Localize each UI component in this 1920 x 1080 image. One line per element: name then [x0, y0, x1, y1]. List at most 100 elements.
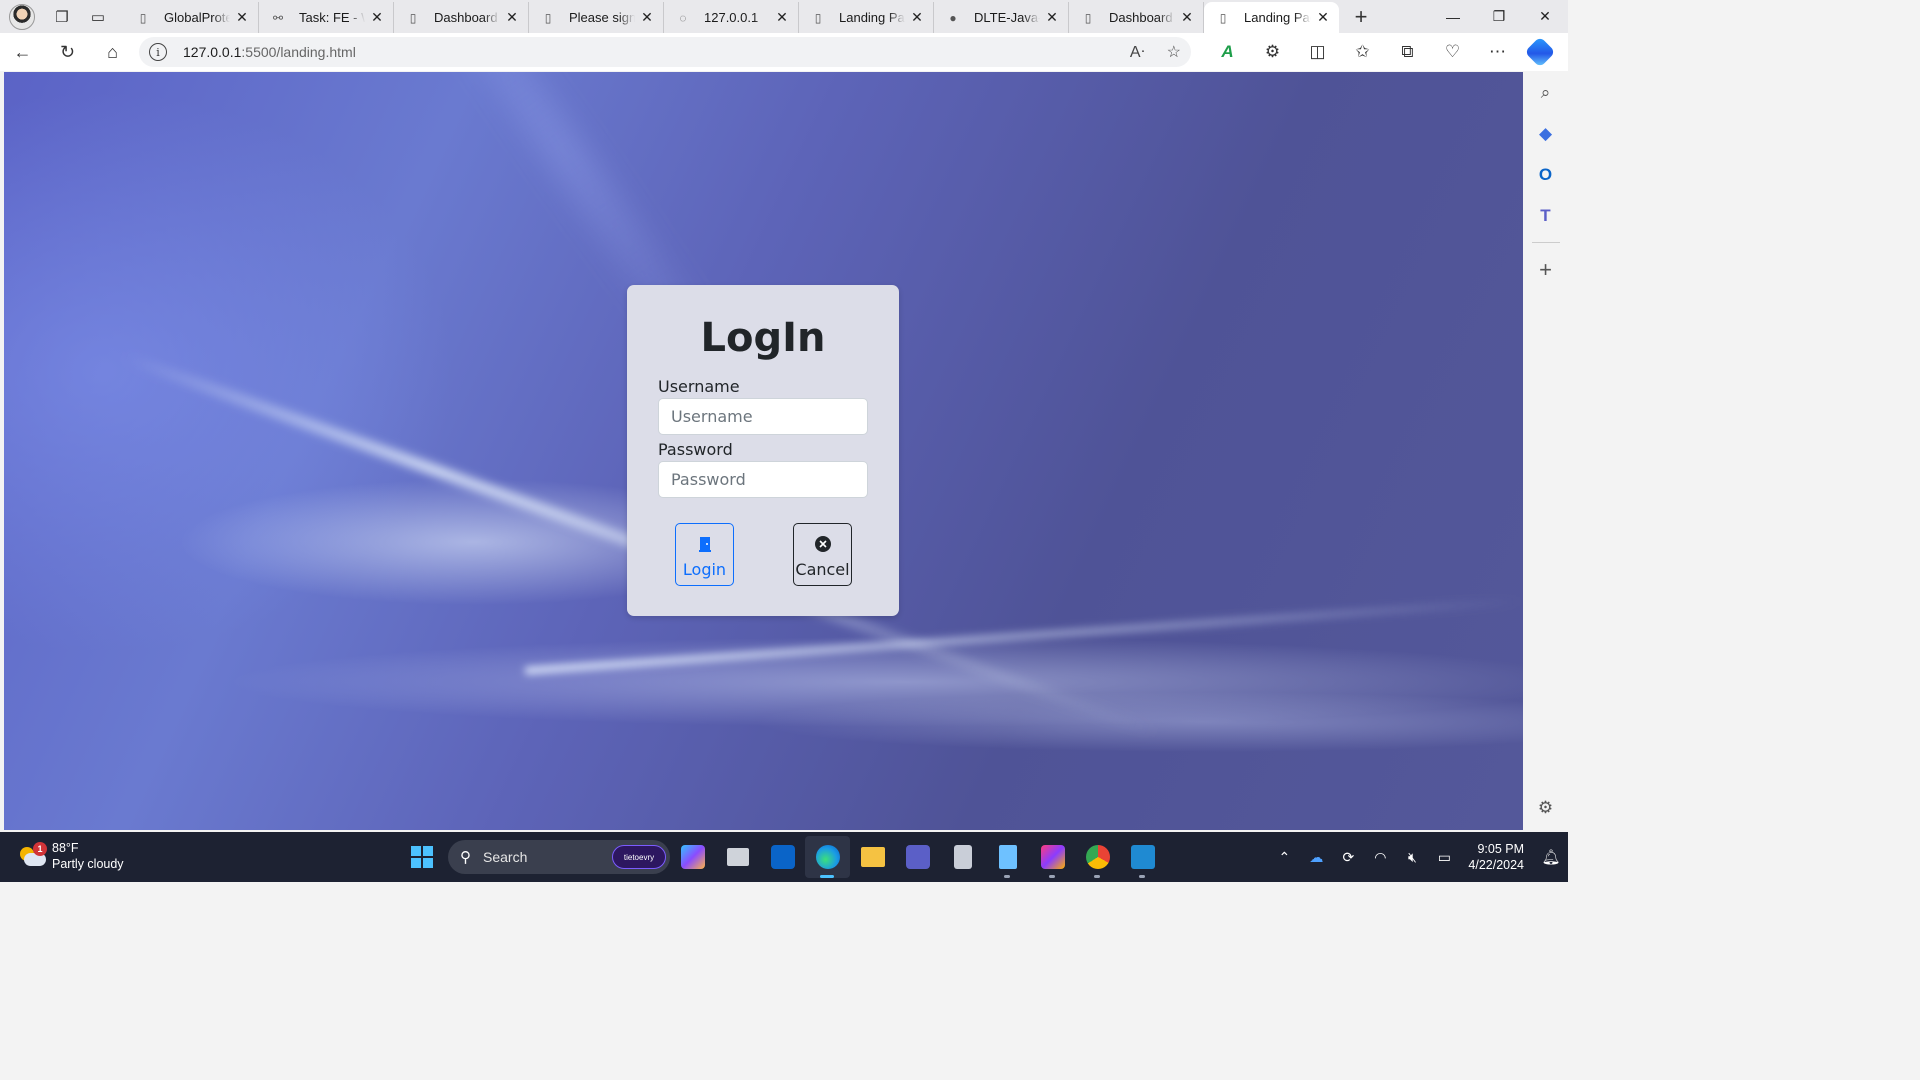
address-bar-actions: Aᐧ ☆	[1130, 42, 1181, 62]
browser-essentials-icon[interactable]: ♡	[1430, 34, 1475, 70]
task-view-app[interactable]	[715, 836, 760, 878]
tab-title: Dashboard	[434, 10, 498, 25]
favorites-icon[interactable]: ✩	[1340, 34, 1385, 70]
teams-icon[interactable]: T	[1523, 195, 1568, 236]
tab-title: Landing Page	[839, 10, 905, 25]
close-icon[interactable]: ✕	[1315, 9, 1331, 26]
tab-active[interactable]: ▯ Landing Page ✕	[1204, 2, 1339, 33]
read-aloud-icon[interactable]: Aᐧ	[1130, 42, 1145, 62]
search-label: Search	[483, 849, 528, 865]
favorite-star-icon[interactable]: ☆	[1167, 42, 1181, 62]
navigation-bar: ← ↻ ⌂ i 127.0.0.1:5500/landing.html Aᐧ ☆…	[0, 33, 1568, 71]
tab[interactable]: ▯ Dashboard ✕	[1069, 2, 1204, 33]
page-icon: ▯	[814, 10, 822, 25]
password-input[interactable]	[658, 461, 868, 498]
cancel-button[interactable]: Cancel	[793, 523, 852, 586]
sync-icon[interactable]: ⟳	[1332, 849, 1364, 866]
start-button[interactable]	[404, 837, 440, 877]
profile-button[interactable]	[0, 0, 44, 33]
weather-widget[interactable]: 1 88°F Partly cloudy	[18, 840, 124, 872]
settings-gear-icon[interactable]: ⚙	[1523, 787, 1568, 828]
close-icon[interactable]: ✕	[504, 9, 520, 26]
toolbar-right: A ⚙ ◫ ✩ ⧉ ♡ ⋯	[1205, 34, 1560, 70]
extensions-icon[interactable]: ⚙	[1250, 34, 1295, 70]
back-button[interactable]: ←	[0, 34, 45, 70]
notepad-app[interactable]	[985, 836, 1030, 878]
home-button[interactable]: ⌂	[90, 34, 135, 70]
intellij-app[interactable]	[1030, 836, 1075, 878]
username-input[interactable]	[658, 398, 868, 435]
taskbar-apps: ⚲ Search tietoevry	[404, 836, 1165, 878]
close-icon[interactable]: ✕	[1044, 9, 1060, 26]
notification-badge: 1	[33, 842, 47, 856]
database-app[interactable]	[940, 836, 985, 878]
search-icon[interactable]: ⌕	[1523, 72, 1568, 113]
search-icon: ⚲	[460, 849, 471, 866]
more-menu-icon[interactable]: ⋯	[1475, 34, 1520, 70]
tab[interactable]: ▯ Dashboard ✕	[394, 2, 529, 33]
edge-sidebar: ⌕ ◆ O T + ⚙	[1523, 72, 1568, 832]
volume-muted-icon[interactable]: 🔇︎	[1396, 849, 1428, 866]
url-text[interactable]: 127.0.0.1:5500/landing.html	[183, 44, 356, 60]
copilot-preview-app[interactable]	[670, 836, 715, 878]
refresh-button[interactable]: ↻	[45, 34, 90, 70]
close-window-icon[interactable]: ✕	[1522, 1, 1568, 33]
chrome-app[interactable]	[1075, 836, 1120, 878]
tab[interactable]: ● DLTE-Java-Fu ✕	[934, 2, 1069, 33]
collections-icon[interactable]: ⧉	[1385, 34, 1430, 70]
login-card: LogIn Username Password Login Cancel	[627, 285, 899, 616]
weather-description: Partly cloudy	[52, 857, 124, 871]
windows-logo-icon	[411, 846, 433, 868]
chevron-up-icon[interactable]: ⌃	[1268, 849, 1300, 866]
link-icon: ⚯	[272, 10, 284, 25]
clock-time: 9:05 PM	[1477, 842, 1524, 856]
partly-cloudy-icon: 1	[18, 842, 47, 867]
clock[interactable]: 9:05 PM 4/22/2024	[1468, 841, 1534, 873]
notification-bell-icon[interactable]: 🔔︎	[1534, 848, 1568, 866]
close-icon[interactable]: ✕	[1179, 9, 1195, 26]
split-screen-icon[interactable]: ◫	[1295, 34, 1340, 70]
page-icon: ▯	[139, 10, 147, 25]
vscode-app[interactable]	[1120, 836, 1165, 878]
battery-icon[interactable]: ▭	[1428, 849, 1460, 866]
close-icon[interactable]: ✕	[774, 9, 790, 26]
outlook-app[interactable]	[760, 836, 805, 878]
tab[interactable]: ▯ Landing Page ✕	[799, 2, 934, 33]
cancel-button-label: Cancel	[795, 560, 850, 579]
tab[interactable]: ⚯ Task: FE - Web ✕	[259, 2, 394, 33]
workspaces-icon[interactable]: ❐	[44, 1, 80, 33]
tab-actions-icon[interactable]: ▭	[80, 1, 116, 33]
tab[interactable]: ◌ 127.0.0.1 ✕	[664, 2, 799, 33]
copilot-sidebar-icon[interactable]: ◆	[1523, 113, 1568, 154]
address-bar[interactable]: i 127.0.0.1:5500/landing.html Aᐧ ☆	[139, 37, 1191, 67]
onedrive-icon[interactable]: ☁	[1300, 849, 1332, 866]
tab-list: ▯ GlobalProtect ✕ ⚯ Task: FE - Web ✕ ▯ Dashbo…	[124, 0, 1339, 33]
tab-title: DLTE-Java-Fu	[974, 10, 1040, 25]
edge-app[interactable]	[805, 836, 850, 878]
close-icon[interactable]: ✕	[909, 9, 925, 26]
extension-a-icon[interactable]: A	[1205, 34, 1250, 70]
login-title: LogIn	[700, 315, 826, 361]
tab[interactable]: ▯ GlobalProtect ✕	[124, 2, 259, 33]
page-icon: ▯	[544, 10, 552, 25]
login-button[interactable]: Login	[675, 523, 734, 586]
weather-temperature: 88°F	[52, 841, 79, 855]
wifi-icon[interactable]: ◠	[1364, 849, 1396, 866]
close-icon[interactable]: ✕	[639, 9, 655, 26]
x-circle-icon	[814, 536, 831, 552]
new-tab-button[interactable]: +	[1339, 1, 1383, 33]
copilot-icon[interactable]	[1520, 34, 1560, 70]
add-icon[interactable]: +	[1523, 249, 1568, 290]
loading-page-icon: ◌	[679, 10, 687, 25]
minimize-icon[interactable]: —	[1430, 1, 1476, 33]
close-icon[interactable]: ✕	[234, 9, 250, 26]
file-explorer-app[interactable]	[850, 836, 895, 878]
close-icon[interactable]: ✕	[369, 9, 385, 26]
system-tray: ⌃ ☁ ⟳ ◠ 🔇︎ ▭ 9:05 PM 4/22/2024 🔔︎	[1268, 832, 1568, 882]
restore-icon[interactable]: ❐	[1476, 1, 1522, 33]
taskbar-search[interactable]: ⚲ Search tietoevry	[448, 840, 670, 874]
tab[interactable]: ▯ Please sign in ✕	[529, 2, 664, 33]
teams-app[interactable]	[895, 836, 940, 878]
site-info-icon[interactable]: i	[149, 43, 167, 61]
outlook-icon[interactable]: O	[1523, 154, 1568, 195]
